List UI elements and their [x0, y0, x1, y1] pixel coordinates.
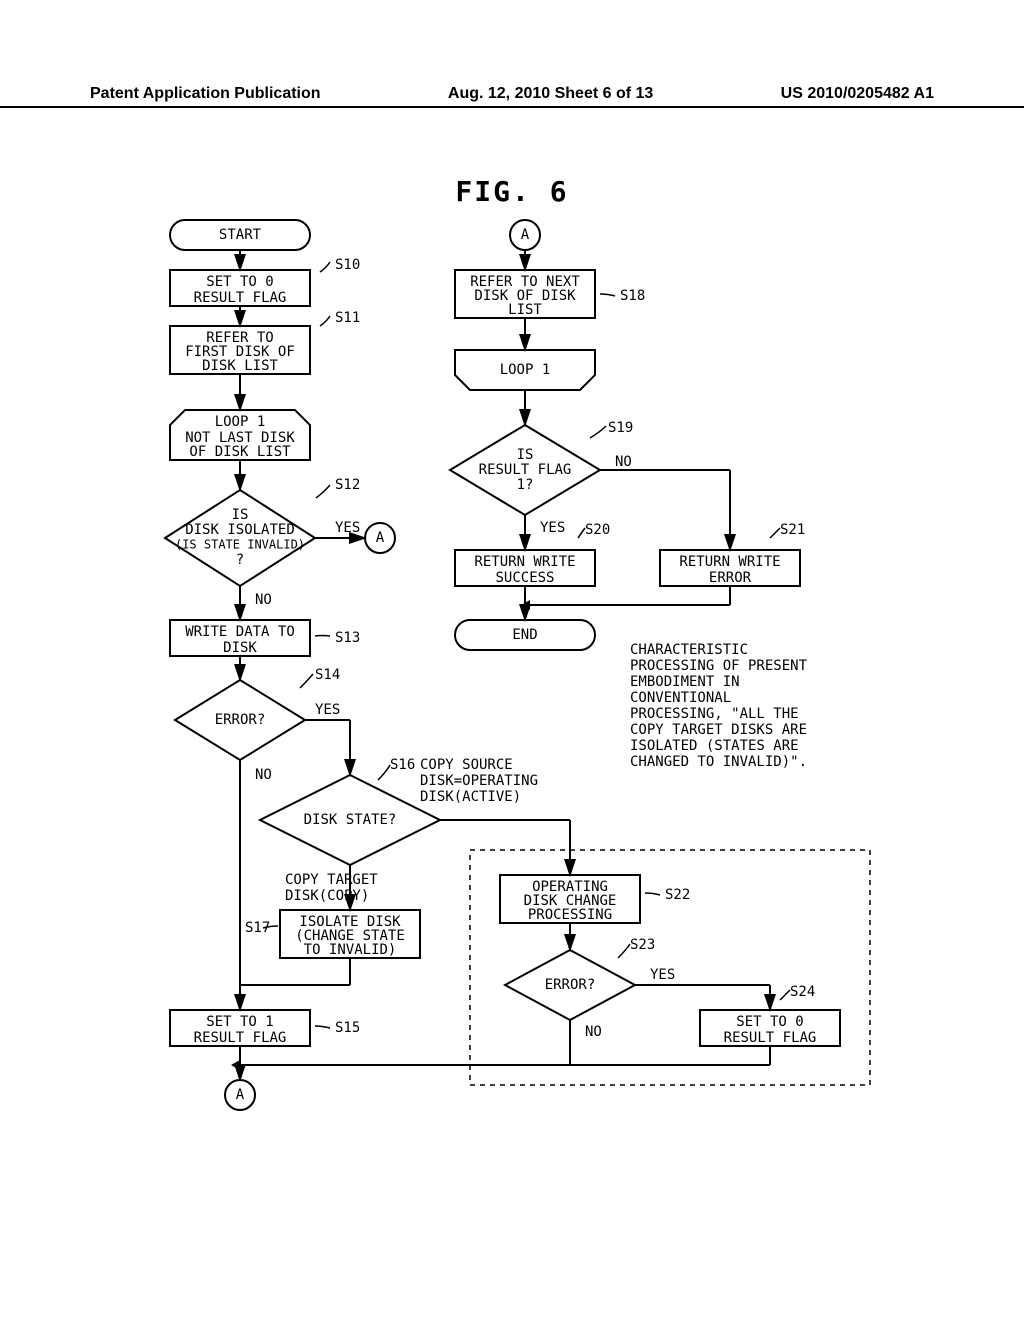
- flowchart: START SET TO 0 RESULT FLAG S10 REFER TO …: [90, 210, 940, 1270]
- s20-label: S20: [585, 522, 610, 538]
- s12-line1: IS: [232, 507, 249, 523]
- s16-line1: DISK STATE?: [304, 812, 397, 828]
- s23-label: S23: [630, 937, 655, 953]
- s15-line2: RESULT FLAG: [194, 1030, 287, 1046]
- annotation-7: ISOLATED (STATES ARE: [630, 738, 799, 754]
- loop1a-line1: LOOP 1: [215, 414, 266, 430]
- figure-title: FIG. 6: [0, 175, 1024, 208]
- s23-line1: ERROR?: [545, 977, 596, 993]
- annotation-3: EMBODIMENT IN: [630, 674, 740, 690]
- start-node: START: [219, 227, 262, 243]
- s15-line1: SET TO 1: [206, 1014, 273, 1030]
- s23-no: NO: [585, 1024, 602, 1040]
- s11-line3: DISK LIST: [202, 358, 278, 374]
- s22-label: S22: [665, 887, 690, 903]
- s18-line3: LIST: [508, 302, 542, 318]
- s12-label: S12: [335, 477, 360, 493]
- s24-label: S24: [790, 984, 815, 1000]
- s12-line2: DISK ISOLATED: [185, 522, 295, 538]
- s17-line3: TO INVALID): [304, 942, 397, 958]
- s14-yes: YES: [315, 702, 340, 718]
- s21-label: S21: [780, 522, 805, 538]
- s16-left2: DISK(COPY): [285, 888, 369, 904]
- s10-line1: SET TO 0: [206, 274, 273, 290]
- s12-no: NO: [255, 592, 272, 608]
- s14-line1: ERROR?: [215, 712, 266, 728]
- annotation-2: PROCESSING OF PRESENT: [630, 658, 808, 674]
- s13-line1: WRITE DATA TO: [185, 624, 295, 640]
- s11-label: S11: [335, 310, 360, 326]
- s16-right1: COPY SOURCE: [420, 757, 513, 773]
- s14-no: NO: [255, 767, 272, 783]
- s16-left1: COPY TARGET: [285, 872, 378, 888]
- annotation-4: CONVENTIONAL: [630, 690, 731, 706]
- s17-label: S17: [245, 920, 270, 936]
- s19-yes: YES: [540, 520, 565, 536]
- header-right: US 2010/0205482 A1: [781, 85, 934, 103]
- s12-yes: YES: [335, 520, 360, 536]
- s24-line2: RESULT FLAG: [724, 1030, 817, 1046]
- annotation-8: CHANGED TO INVALID)".: [630, 754, 807, 770]
- s16-label: S16: [390, 757, 415, 773]
- s19-line3: 1?: [517, 477, 534, 493]
- s19-line1: IS: [517, 447, 534, 463]
- s12-line3: (IS STATE INVALID): [175, 538, 305, 552]
- connector-a-right: A: [376, 530, 385, 546]
- page-container: Patent Application Publication Aug. 12, …: [0, 0, 1024, 1320]
- connector-a-bottom: A: [236, 1087, 245, 1103]
- s18-label: S18: [620, 288, 645, 304]
- s20-line2: SUCCESS: [495, 570, 554, 586]
- header-center: Aug. 12, 2010 Sheet 6 of 13: [448, 85, 653, 103]
- s12-line4: ?: [236, 552, 244, 568]
- s24-line1: SET TO 0: [736, 1014, 803, 1030]
- s21-line2: ERROR: [709, 570, 752, 586]
- s16-right3: DISK(ACTIVE): [420, 789, 521, 805]
- annotation-6: COPY TARGET DISKS ARE: [630, 722, 807, 738]
- s21-line1: RETURN WRITE: [679, 554, 780, 570]
- connector-a-top: A: [521, 227, 530, 243]
- s19-label: S19: [608, 420, 633, 436]
- loop1a-line3: OF DISK LIST: [189, 444, 291, 460]
- s10-label: S10: [335, 257, 360, 273]
- annotation-5: PROCESSING, "ALL THE: [630, 706, 799, 722]
- s19-line2: RESULT FLAG: [479, 462, 572, 478]
- page-header: Patent Application Publication Aug. 12, …: [0, 85, 1024, 108]
- end-node: END: [512, 627, 537, 643]
- s14-label: S14: [315, 667, 340, 683]
- annotation-1: CHARACTERISTIC: [630, 642, 748, 658]
- s13-label: S13: [335, 630, 360, 646]
- header-left: Patent Application Publication: [90, 85, 321, 103]
- s23-yes: YES: [650, 967, 675, 983]
- s15-label: S15: [335, 1020, 360, 1036]
- s19-no: NO: [615, 454, 632, 470]
- s20-line1: RETURN WRITE: [474, 554, 575, 570]
- loop1b: LOOP 1: [500, 362, 551, 378]
- s22-line3: PROCESSING: [528, 907, 612, 923]
- s16-right2: DISK=OPERATING: [420, 773, 538, 789]
- s10-line2: RESULT FLAG: [194, 290, 287, 306]
- s13-line2: DISK: [223, 640, 257, 656]
